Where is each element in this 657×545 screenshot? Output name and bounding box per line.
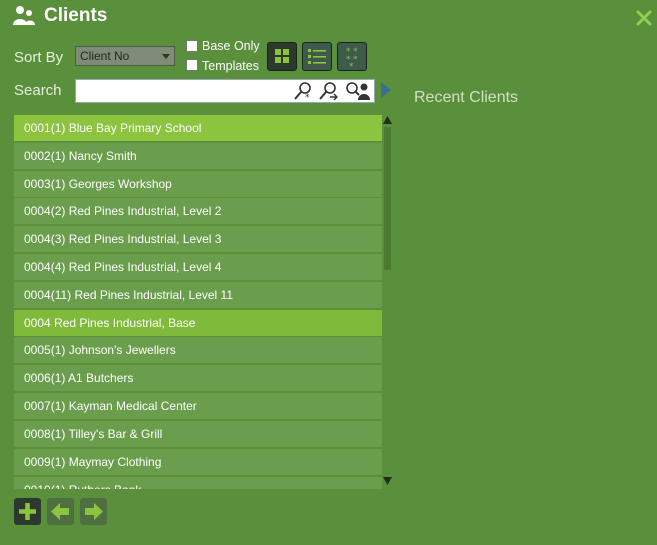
client-row[interactable]: 0006(1) A1 Butchers (14, 365, 382, 391)
client-list: 0001(1) Blue Bay Primary School 0002(1) … (14, 115, 382, 489)
svg-text:*: * (353, 55, 358, 65)
client-row[interactable]: 0002(1) Nancy Smith (14, 143, 382, 169)
scroll-thumb[interactable] (384, 127, 391, 270)
expand-arrow-icon[interactable] (381, 82, 391, 98)
list-scrollbar[interactable] (382, 115, 393, 489)
client-row[interactable]: 0004 Red Pines Industrial, Base (14, 310, 382, 336)
client-row[interactable]: 0004(3) Red Pines Industrial, Level 3 (14, 226, 382, 252)
client-row[interactable]: 0004(2) Red Pines Industrial, Level 2 (14, 198, 382, 224)
list-view-icon (308, 49, 326, 64)
client-row[interactable]: 0003(1) Georges Workshop (14, 171, 382, 197)
asterisk-view-icon: * * * * * (346, 47, 358, 72)
add-icon (19, 503, 36, 520)
scroll-up-icon[interactable] (383, 116, 392, 124)
svg-text:*: * (305, 93, 310, 101)
close-icon[interactable] (636, 10, 652, 26)
client-row[interactable]: 0005(1) Johnson's Jewellers (14, 337, 382, 363)
user-group-icon (13, 6, 35, 25)
grid-view-icon (275, 49, 289, 63)
sort-by-select[interactable]: Client No (75, 46, 175, 66)
recent-clients-title: Recent Clients (414, 89, 519, 106)
client-row[interactable]: 0008(1) Tilley's Bar & Grill (14, 421, 382, 447)
chevron-down-icon (162, 54, 170, 59)
search-key-icon[interactable]: * (293, 81, 315, 101)
back-button[interactable] (47, 498, 74, 525)
search-person-icon[interactable] (345, 81, 371, 101)
client-row[interactable]: 0001(1) Blue Bay Primary School (14, 115, 382, 141)
add-button[interactable] (14, 498, 41, 525)
base-only-checkbox[interactable] (186, 40, 198, 52)
forward-icon (85, 503, 103, 520)
client-row[interactable]: 0007(1) Kayman Medical Center (14, 393, 382, 419)
search-next-icon[interactable] (318, 81, 340, 101)
client-row[interactable]: 0009(1) Maymay Clothing (14, 449, 382, 475)
window-title: Clients (44, 5, 108, 26)
templates-checkbox[interactable] (186, 59, 198, 71)
window-header: Clients (0, 0, 657, 34)
client-row[interactable]: 0004(4) Red Pines Industrial, Level 4 (14, 254, 382, 280)
list-view-button[interactable] (302, 42, 332, 71)
sort-by-label: Sort By (14, 49, 64, 66)
templates-label: Templates (202, 59, 259, 73)
search-label: Search (14, 82, 62, 99)
asterisk-view-button[interactable]: * * * * * (337, 42, 367, 72)
base-only-label: Base Only (202, 39, 260, 53)
client-row[interactable]: 0004(11) Red Pines Industrial, Level 11 (14, 282, 382, 308)
forward-button[interactable] (80, 498, 107, 525)
back-icon (51, 503, 69, 520)
grid-view-button[interactable] (267, 42, 297, 71)
client-row[interactable]: 0010(1) Ruthers Bank (14, 477, 382, 489)
scroll-down-icon[interactable] (383, 477, 392, 485)
svg-text:*: * (349, 62, 354, 70)
sort-by-value: Client No (80, 49, 130, 63)
